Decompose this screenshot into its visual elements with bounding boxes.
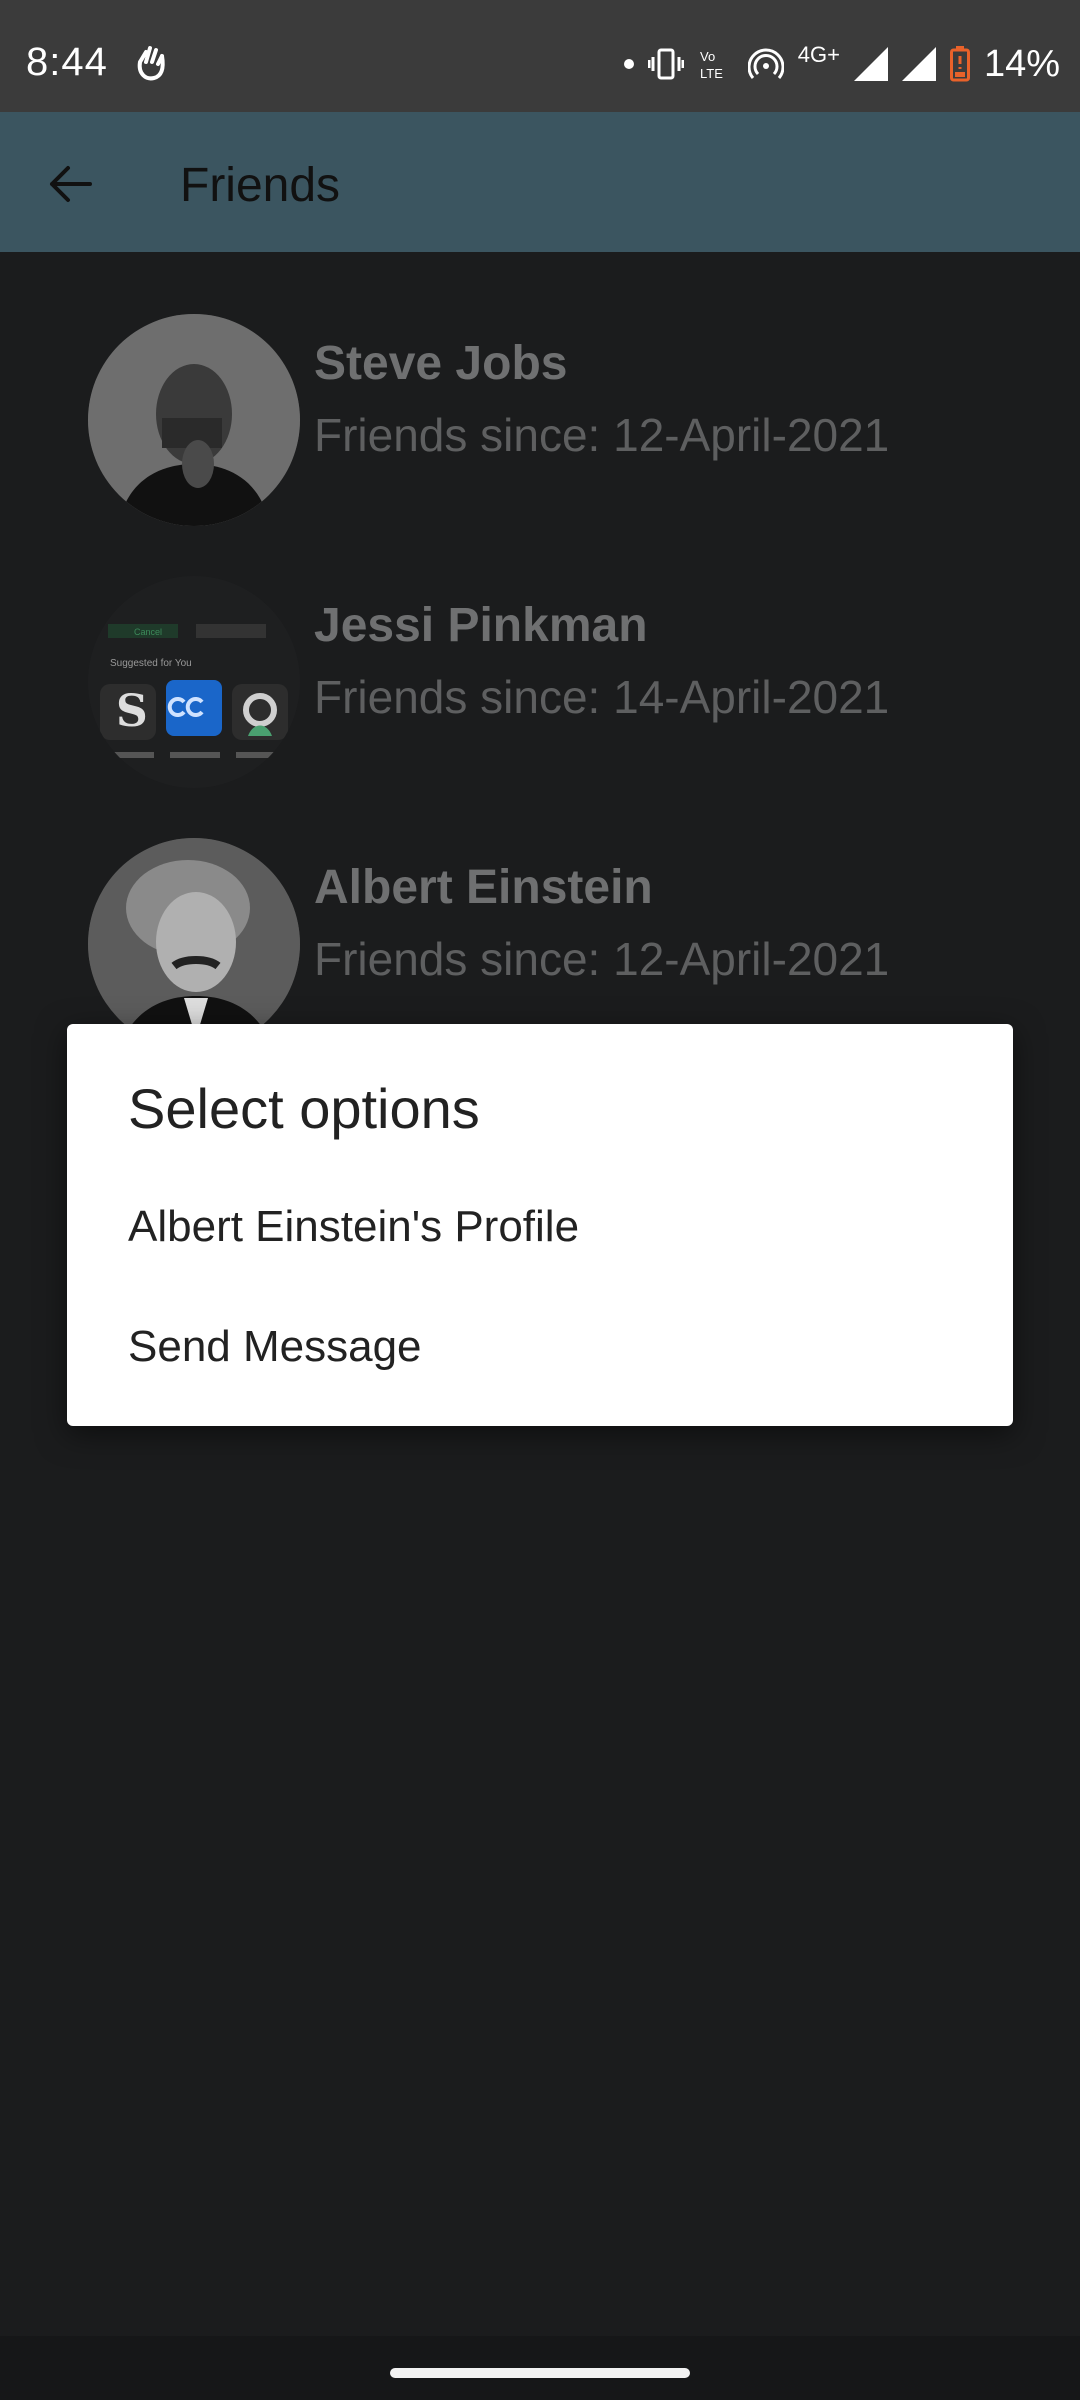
page-title: Friends — [180, 159, 341, 212]
status-time: 8:44 — [26, 40, 108, 84]
navigation-bar — [0, 2336, 1080, 2400]
friend-since: Friends since: 12-April-2021 — [314, 933, 890, 985]
svg-text:Vo: Vo — [700, 49, 715, 64]
gesture-icon — [137, 46, 165, 81]
preview-cancel-text: Cancel — [134, 627, 162, 637]
friend-name: Albert Einstein — [314, 861, 653, 914]
options-dialog: Select options Albert Einstein's Profile… — [67, 1024, 1013, 1426]
status-bar: 8:44 Vo LTE 4G+ 14% — [0, 0, 1080, 112]
vibrate-icon — [647, 48, 684, 80]
list-item[interactable]: Cancel Suggested for You S Jessi Pinkman… — [0, 576, 1080, 806]
list-item[interactable]: Steve Jobs Friends since: 12-April-2021 — [0, 314, 1080, 544]
send-message-option-label: Send Message — [128, 1322, 422, 1371]
battery-percent: 14% — [983, 42, 1060, 85]
avatar — [88, 838, 300, 1050]
dot-icon — [623, 59, 634, 69]
status-icons: Vo LTE 4G+ 14% — [623, 40, 1060, 88]
friend-name: Jessi Pinkman — [314, 599, 648, 652]
friend-since: Friends since: 14-April-2021 — [314, 671, 890, 723]
back-arrow-icon[interactable] — [40, 154, 100, 214]
battery-icon — [949, 46, 970, 82]
svg-text:LTE: LTE — [700, 66, 723, 81]
volte-icon: Vo LTE — [700, 49, 723, 81]
network-type: 4G+ — [797, 42, 840, 67]
home-indicator[interactable] — [390, 2368, 690, 2378]
app-bar: Friends — [0, 112, 1080, 252]
dialog-title: Select options — [128, 1077, 480, 1140]
hotspot-icon — [747, 48, 784, 79]
profile-option-label: Albert Einstein's Profile — [128, 1202, 580, 1251]
friend-since: Friends since: 12-April-2021 — [314, 409, 890, 461]
preview-header-text: Suggested for You — [110, 658, 192, 669]
send-message-option[interactable]: Send Message — [67, 1294, 1013, 1404]
svg-text:S: S — [116, 686, 148, 737]
friend-name: Steve Jobs — [314, 337, 568, 390]
profile-option[interactable]: Albert Einstein's Profile — [67, 1174, 1013, 1284]
avatar: Cancel Suggested for You S — [88, 576, 300, 788]
signal-icon — [853, 47, 888, 81]
signal-icon — [901, 47, 936, 81]
avatar — [88, 314, 300, 526]
